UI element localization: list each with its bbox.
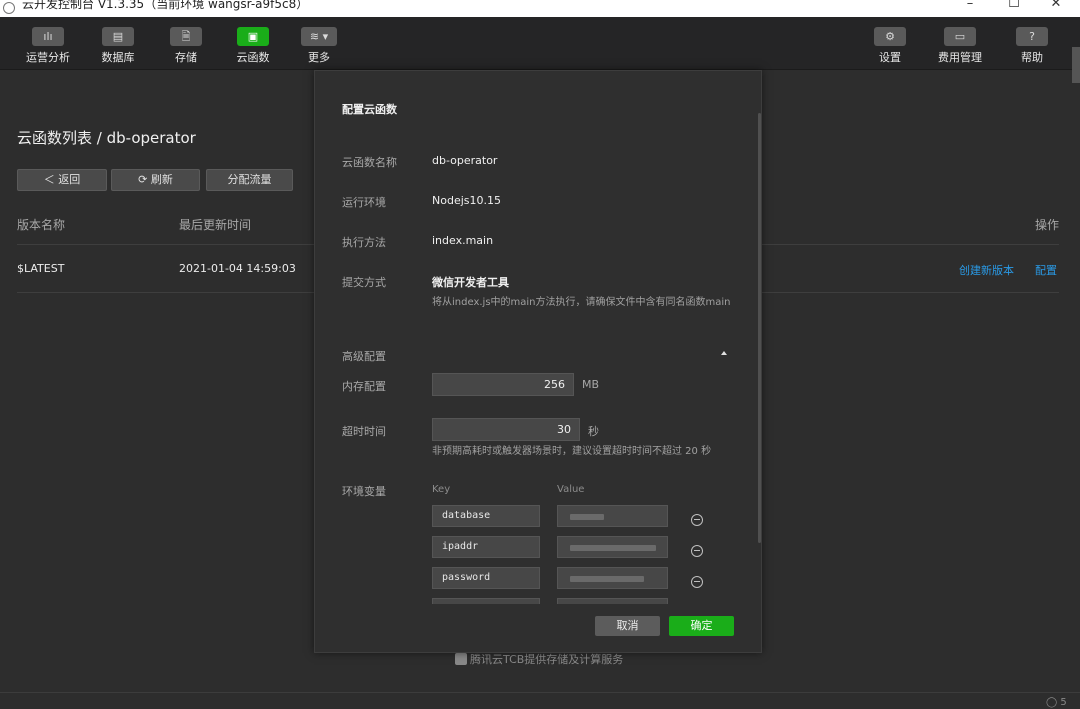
tool-label: 设置	[879, 51, 901, 64]
column-header-updated: 最后更新时间	[179, 218, 252, 232]
remove-row-icon[interactable]	[691, 514, 703, 526]
tool-label: 更多	[308, 51, 330, 64]
create-version-link[interactable]: 创建新版本	[959, 262, 1014, 278]
tool-label: 费用管理	[938, 51, 982, 64]
version-name: $LATEST	[17, 262, 65, 275]
billing-icon: ▭	[944, 27, 976, 46]
masked-value	[570, 514, 604, 520]
tool-label: 云函数	[236, 51, 270, 64]
submit-method-value: 微信开发者工具	[432, 276, 509, 289]
window-titlebar: 云开发控制台 V1.3.35（当前环境 wangsr-a9f5c8） – ☐ ✕	[0, 0, 1080, 17]
timeout-input[interactable]: 30	[432, 418, 580, 441]
env-value-input[interactable]	[557, 505, 668, 527]
config-function-dialog: 配置云函数 云函数名称 db-operator 运行环境 Nodejs10.15…	[314, 70, 762, 653]
handler-value: index.main	[432, 234, 494, 247]
timeout-unit: 秒	[588, 425, 599, 438]
cancel-button[interactable]: 取消	[595, 616, 660, 636]
tool-settings-button[interactable]: ⚙ 设置	[862, 27, 918, 65]
minimize-icon[interactable]: –	[955, 0, 985, 11]
remove-row-icon[interactable]	[691, 545, 703, 557]
tencent-cloud-icon	[455, 653, 467, 665]
column-header-actions: 操作	[1035, 218, 1060, 232]
footer-label: 腾讯云TCB提供存储及计算服务	[470, 653, 624, 666]
timeout-label: 超时时间	[342, 425, 386, 438]
env-vars-label: 环境变量	[342, 485, 386, 498]
status-bar	[0, 692, 1080, 709]
submit-method-label: 提交方式	[342, 276, 386, 289]
layers-icon: ≋ ▾	[301, 27, 337, 46]
dialog-title: 配置云函数	[342, 103, 397, 116]
main-toolbar: ılı 运营分析 ▤ 数据库 🗎 存储 ▣ 云函数 ≋ ▾ 更多 ⚙ 设置 ▭ …	[0, 17, 1080, 83]
maximize-icon[interactable]: ☐	[999, 0, 1029, 11]
submit-method-hint: 将从index.js中的main方法执行，请确保文件中含有同名函数main	[432, 297, 731, 308]
timeout-hint: 非预期高耗时或触发器场景时，建议设置超时时间不超过 20 秒	[432, 446, 712, 457]
back-button[interactable]: ＜ 返回	[17, 169, 107, 191]
function-name-value: db-operator	[432, 154, 498, 167]
config-link[interactable]: 配置	[1035, 262, 1057, 278]
env-key-input[interactable]: database	[432, 505, 540, 527]
memory-label: 内存配置	[342, 380, 386, 393]
tool-label: 数据库	[101, 51, 135, 64]
gear-icon: ⚙	[874, 27, 906, 46]
env-value-input[interactable]	[557, 536, 668, 558]
refresh-button[interactable]: ⟳ 刷新	[111, 169, 200, 191]
masked-value	[570, 576, 644, 582]
window-title: 云开发控制台 V1.3.35（当前环境 wangsr-a9f5c8）	[22, 0, 309, 11]
tool-label: 帮助	[1021, 51, 1043, 64]
env-key-input[interactable]: password	[432, 567, 540, 589]
confirm-button[interactable]: 确定	[669, 616, 734, 636]
function-name-label: 云函数名称	[342, 156, 397, 169]
dialog-footer: 取消 确定	[315, 604, 761, 652]
tool-help-button[interactable]: ? 帮助	[1004, 27, 1060, 65]
handler-label: 执行方法	[342, 236, 386, 249]
tool-analytics-button[interactable]: ılı 运营分析	[20, 27, 76, 65]
column-header-name: 版本名称	[17, 218, 66, 232]
database-icon: ▤	[102, 27, 134, 46]
tool-more-button[interactable]: ≋ ▾ 更多	[291, 27, 347, 65]
advanced-config-label[interactable]: 高级配置	[342, 348, 386, 364]
footer-text: 腾讯云TCB提供存储及计算服务	[455, 651, 623, 667]
remove-row-icon[interactable]	[691, 576, 703, 588]
runtime-label: 运行环境	[342, 196, 386, 209]
tool-cloud-function-button[interactable]: ▣ 云函数	[225, 27, 281, 65]
page-title: 云函数列表 / db-operator	[17, 129, 196, 147]
env-value-header: Value	[557, 484, 585, 495]
env-key-input[interactable]: ipaddr	[432, 536, 540, 558]
masked-value	[570, 545, 656, 551]
caret-up-icon[interactable]	[721, 351, 727, 355]
cloud-function-icon: ▣	[237, 27, 269, 46]
close-icon[interactable]: ✕	[1041, 0, 1071, 11]
allocate-traffic-button[interactable]: 分配流量	[206, 169, 293, 191]
app-icon	[3, 2, 15, 14]
memory-input[interactable]: 256	[432, 373, 574, 396]
env-key-header: Key	[432, 484, 451, 495]
env-value-input[interactable]	[557, 567, 668, 589]
tool-billing-button[interactable]: ▭ 费用管理	[932, 27, 988, 65]
status-indicator: ◯ 5	[1046, 697, 1067, 708]
dialog-scrollbar[interactable]	[758, 113, 761, 543]
runtime-value: Nodejs10.15	[432, 194, 501, 207]
tool-storage-button[interactable]: 🗎 存储	[158, 27, 214, 65]
version-updated: 2021-01-04 14:59:03	[179, 262, 296, 275]
storage-icon: 🗎	[170, 27, 202, 46]
tool-label: 存储	[175, 51, 197, 64]
help-icon: ?	[1016, 27, 1048, 46]
tool-database-button[interactable]: ▤ 数据库	[90, 27, 146, 65]
memory-unit: MB	[582, 378, 600, 391]
tool-label: 运营分析	[26, 51, 70, 64]
scrollbar[interactable]	[1072, 47, 1080, 83]
chart-icon: ılı	[32, 27, 64, 46]
